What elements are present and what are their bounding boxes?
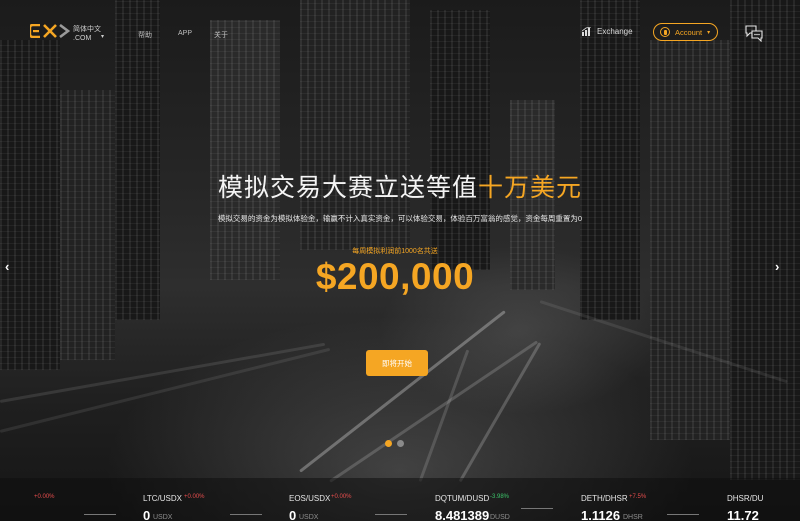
ticker-price: 1.1126 — [581, 508, 621, 521]
carousel-next-arrow-icon[interactable]: › — [775, 259, 779, 274]
ticker-item[interactable]: EOS/USDX +0.00% 0 USDX — [289, 478, 435, 521]
ticker-item[interactable]: DQTUM/DUSD -3.98% 8.481389 DUSD — [435, 478, 581, 521]
carousel-dot[interactable] — [397, 440, 404, 447]
hero-title-main: 模拟交易大赛立送等值 — [217, 174, 478, 202]
ticker-pair: DQTUM/DUSD — [435, 494, 490, 503]
prize-amount: $200,000 — [315, 256, 475, 297]
ticker-unit: USDX — [299, 514, 319, 521]
language-label: 简体中文 — [73, 26, 101, 33]
ticker-sparkline — [521, 508, 553, 509]
ticker-sparkline — [375, 514, 407, 515]
ticker-pair: EOS/USDX — [289, 494, 331, 503]
start-button[interactable]: 即将开始 — [366, 350, 428, 376]
ticker-change: +7.5% — [629, 494, 647, 500]
caret-down-icon[interactable]: ▾ — [101, 33, 104, 40]
logo[interactable] — [30, 24, 72, 38]
ticker-price: 0 — [143, 508, 151, 521]
ticker-item[interactable]: DETH/DHSR +7.5% 1.1126 DHSR — [581, 478, 727, 521]
language-selector[interactable]: 简体中文 .COM — [73, 25, 101, 43]
ticker-unit: USDX — [153, 514, 173, 521]
exx-logo-icon — [30, 24, 71, 38]
ticker-price: 11.72 — [727, 508, 759, 521]
domain-label: .COM — [73, 35, 92, 42]
exchange-link[interactable]: Exchange — [582, 27, 633, 36]
ticker-item[interactable]: +0.00% — [0, 478, 146, 521]
ticker-sparkline — [84, 514, 116, 515]
prize-note: 每周模拟利润前1000名共送 — [352, 248, 438, 255]
chat-icon[interactable] — [745, 25, 763, 42]
ticker-pair: DETH/DHSR — [581, 494, 628, 503]
ticker-item[interactable]: LTC/USDX +0.00% 0 USDX — [143, 478, 289, 521]
ticker-change: +0.00% — [184, 494, 205, 500]
ticker-unit: DUSD — [490, 514, 510, 521]
ticker-pair: LTC/USDX — [143, 494, 182, 503]
account-button[interactable]: Account ▾ — [653, 23, 718, 41]
nav-about[interactable]: 关于 — [214, 30, 228, 40]
account-label: Account — [675, 27, 703, 37]
ticker-price: 0 — [289, 508, 297, 521]
ticker-sparkline — [230, 514, 262, 515]
nav-help[interactable]: 帮助 — [138, 30, 152, 40]
ticker-change: +0.00% — [331, 494, 352, 500]
market-ticker: +0.00% LTC/USDX +0.00% 0 USDX EOS/USDX +… — [0, 478, 800, 521]
exchange-label: Exchange — [597, 27, 633, 36]
ticker-unit: DHSR — [623, 514, 643, 521]
carousel-dot-active[interactable] — [385, 440, 392, 447]
carousel-prev-arrow-icon[interactable]: ‹ — [5, 259, 9, 274]
ticker-sparkline — [667, 514, 699, 515]
ticker-price: 8.481389 — [435, 508, 490, 521]
ticker-change: +0.00% — [34, 494, 55, 500]
hero-title: 模拟交易大赛立送等值十万美元 — [0, 168, 800, 204]
top-navbar: 简体中文 .COM ▾ 帮助 APP 关于 Exchange Account ▾ — [0, 0, 800, 64]
user-icon — [660, 27, 670, 37]
chart-icon — [582, 27, 592, 36]
ticker-pair: DHSR/DU — [727, 494, 764, 503]
ticker-change: -3.98% — [490, 494, 510, 500]
caret-down-icon: ▾ — [707, 29, 711, 36]
hero-title-highlight: 十万美元 — [478, 174, 583, 202]
hero-subtitle: 模拟交易的资金为模拟体验金，输赢不计入真实资金，可以体验交易，体验百万富翁的感觉… — [217, 214, 583, 223]
ticker-item[interactable]: DHSR/DU 11.72 — [727, 478, 800, 521]
nav-app[interactable]: APP — [178, 30, 192, 37]
